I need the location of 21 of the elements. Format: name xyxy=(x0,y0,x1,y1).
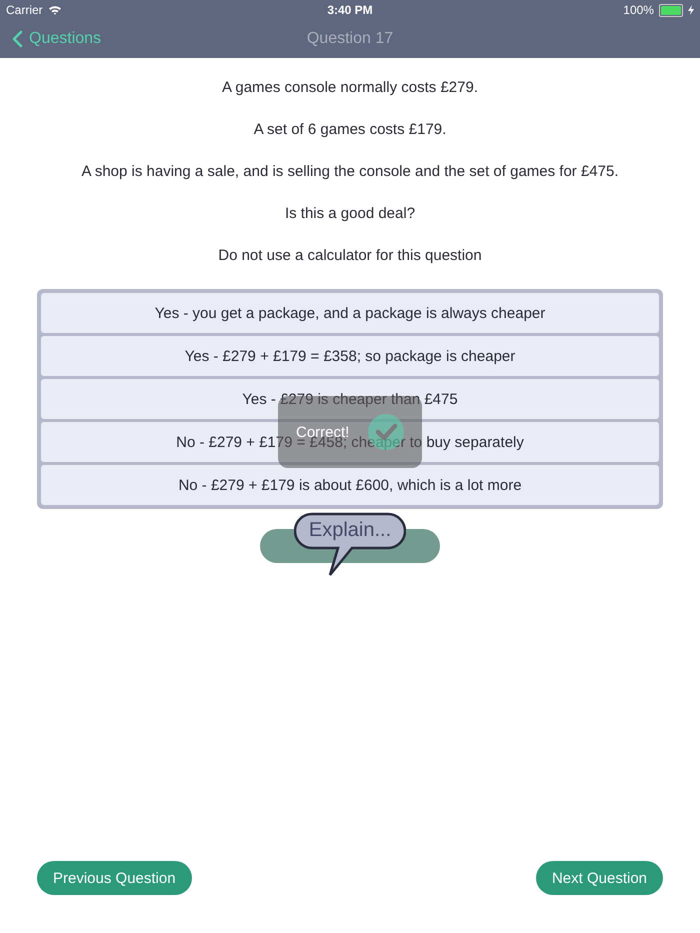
question-text: Do not use a calculator for this question xyxy=(218,247,482,266)
battery-percent: 100% xyxy=(623,3,654,17)
charging-icon xyxy=(688,5,694,15)
answer-option[interactable]: Yes - £279 + £179 = £358; so package is cheaper xyxy=(41,336,659,376)
back-button[interactable]: Questions xyxy=(0,30,102,48)
chevron-left-icon xyxy=(12,30,23,48)
clock: 3:40 PM xyxy=(327,3,373,17)
screen-title: Question 17 xyxy=(306,30,394,48)
question-text: A games console normally costs £279. xyxy=(222,79,478,98)
answer-option[interactable]: Yes - £279 is cheaper than £475 xyxy=(41,379,659,419)
question-text: A set of 6 games costs £179. xyxy=(254,121,446,140)
battery-icon xyxy=(658,4,683,16)
wifi-icon xyxy=(48,5,62,15)
question-text: A shop is having a sale, and is selling the console and the set of games for £475. xyxy=(81,163,618,182)
answer-option[interactable]: Yes - you get a package, and a package is always cheaper xyxy=(41,293,659,333)
next-question-button[interactable]: Next Question xyxy=(536,861,663,895)
carrier-label: Carrier xyxy=(6,3,43,17)
answer-option[interactable]: No - £279 + £179 is about £600, which is a lot more xyxy=(41,465,659,505)
explain-button[interactable]: Explain... xyxy=(294,512,406,578)
previous-question-button[interactable]: Previous Question xyxy=(37,861,192,895)
question-text: Is this a good deal? xyxy=(284,205,416,224)
